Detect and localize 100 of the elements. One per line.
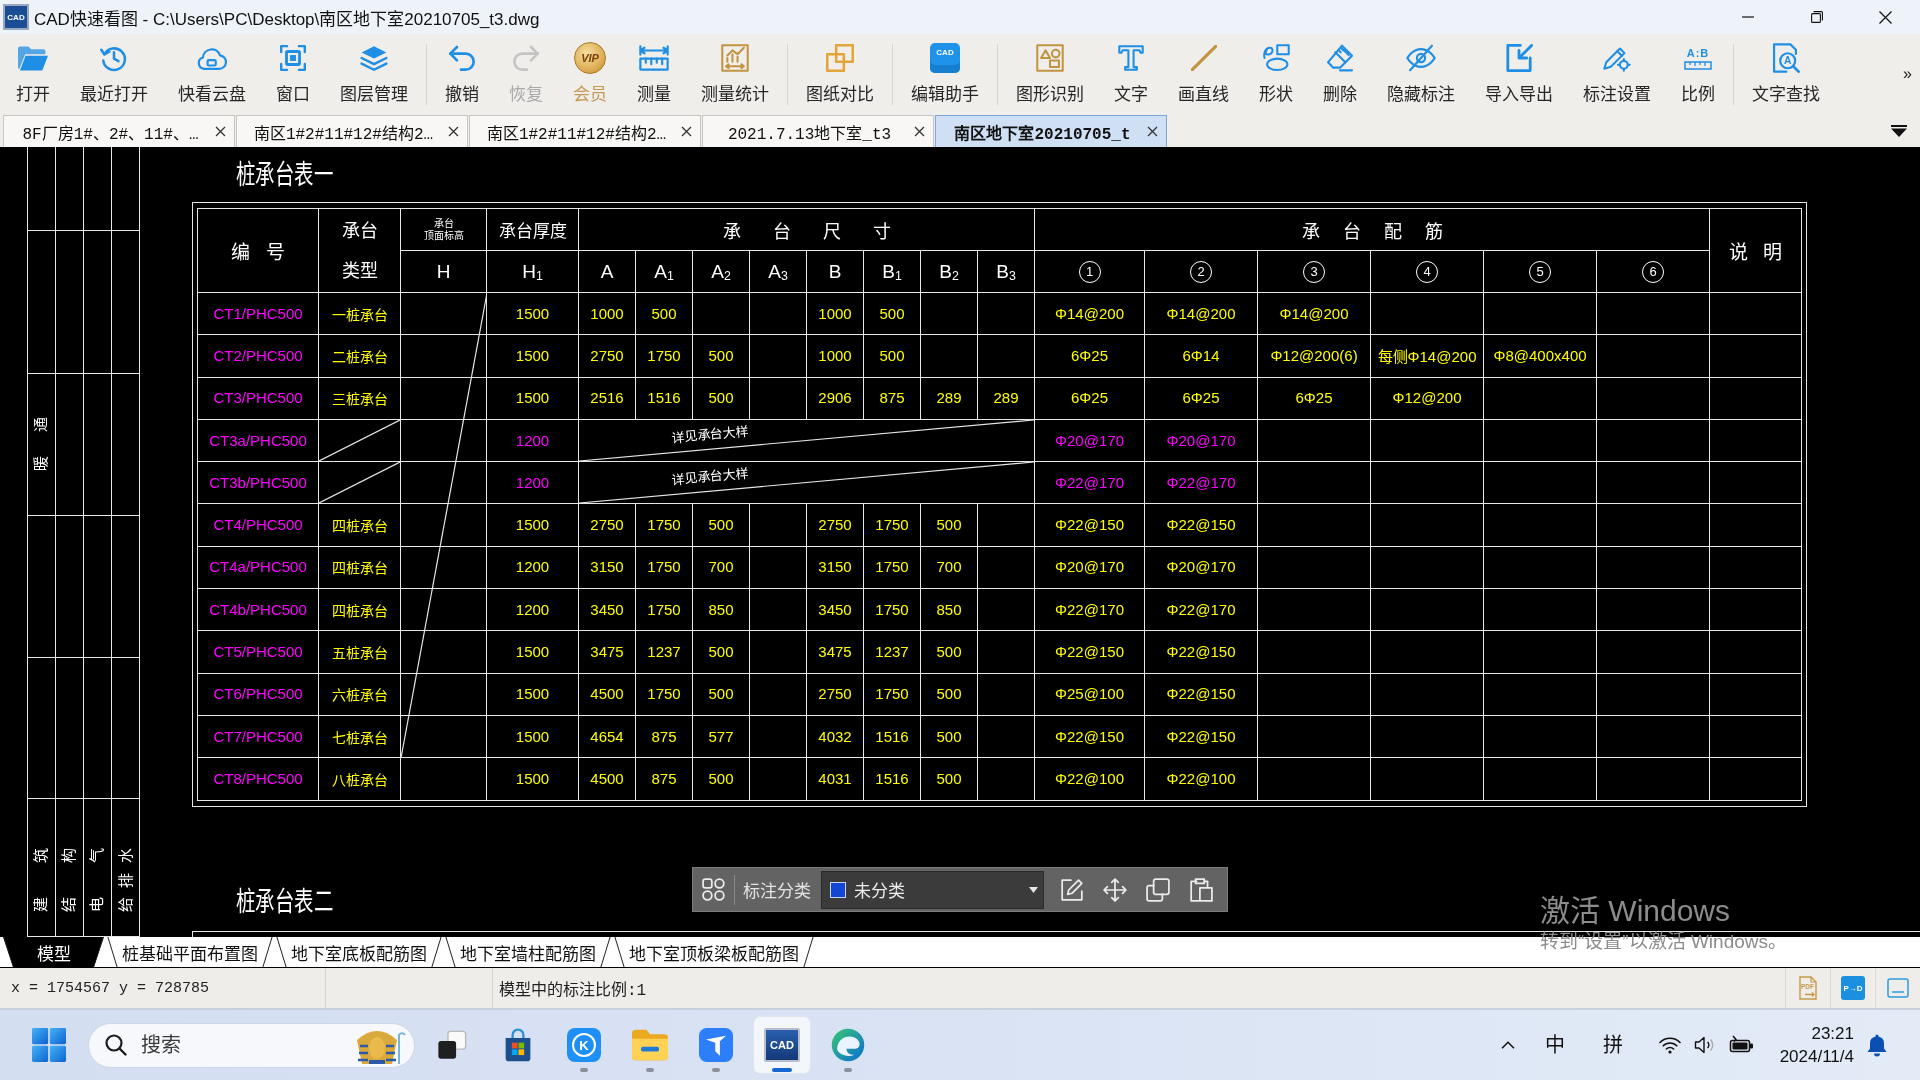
document-tab[interactable]: 2021.7.13地下室_t3 — [702, 115, 934, 147]
clock-time[interactable]: 23:21 — [1811, 1022, 1854, 1045]
bell-icon[interactable] — [1866, 1033, 1888, 1057]
dimension-value: 3475 — [590, 643, 624, 660]
dimension-value: 500 — [936, 643, 962, 660]
taskbar-app-button[interactable]: CAD — [754, 1017, 810, 1073]
close-icon[interactable] — [215, 126, 226, 137]
more-tools-button[interactable]: » — [1899, 60, 1916, 87]
rebar-spec: Φ14@200 — [1166, 304, 1236, 322]
close-icon[interactable] — [1147, 126, 1158, 137]
search-input[interactable]: 搜索 — [141, 1030, 348, 1060]
toolbar-button[interactable]: 图层管理 — [330, 34, 418, 113]
arrow-tile-icon — [699, 1028, 733, 1062]
dimension-value: 289 — [936, 389, 962, 407]
column-header: 说 明 — [1728, 241, 1783, 264]
battery-icon[interactable] — [1728, 1035, 1755, 1055]
logo-tile: CAD — [764, 1028, 800, 1062]
toolbar-button[interactable]: 打开 — [6, 34, 60, 113]
rebar-spec: Φ22@170 — [1055, 600, 1124, 618]
toolbar-button[interactable]: 快看云盘 — [168, 34, 256, 113]
toolbar-button[interactable]: 图纸对比 — [796, 34, 884, 113]
grid-icon[interactable] — [702, 877, 726, 902]
dropdown-icon[interactable] — [1891, 125, 1907, 137]
dimension-value: 500 — [936, 516, 962, 534]
layout-tab[interactable]: 模型 — [3, 937, 104, 967]
dimension-value: 700 — [708, 558, 734, 576]
pile-cap-type: 四桩承台 — [331, 601, 388, 620]
toolbar-button[interactable]: 删除 — [1313, 34, 1367, 113]
dimension-value: 1516 — [875, 727, 909, 745]
column-header: A$_{3}$ — [768, 260, 788, 283]
start-button[interactable] — [31, 1027, 67, 1063]
toolbar-button[interactable]: 测量 — [627, 34, 681, 113]
column-header: A$_{2}$ — [711, 260, 731, 283]
close-icon — [1879, 10, 1892, 24]
pile-cap-id: CT1/PHC500 — [213, 304, 303, 322]
copy-icon[interactable] — [1146, 877, 1170, 902]
toolbar-button[interactable]: 撤销 — [435, 34, 489, 113]
rebar-spec: 6Φ25 — [1295, 389, 1333, 407]
rebar-spec: Φ22@100 — [1166, 769, 1236, 787]
chevron-up-icon[interactable] — [1500, 1041, 1515, 1049]
discipline-label: 电气 — [89, 847, 105, 912]
toolbar-button[interactable]: 最近打开 — [70, 34, 158, 113]
toolbar-button[interactable]: 图形识别 — [1006, 34, 1094, 113]
toolbar-button[interactable]: 测量统计 — [691, 34, 779, 113]
start-icon — [32, 1028, 66, 1062]
toolbar-button[interactable]: 窗口 — [266, 34, 320, 113]
dimension-value: 1516 — [647, 389, 681, 407]
toolbar-button[interactable]: A:B 比例 — [1671, 34, 1725, 113]
document-tab[interactable]: 8F厂房1#、2#、11#、… — [3, 115, 235, 147]
layout-tab[interactable]: 地下室底板配筋图 — [276, 937, 442, 967]
document-tab[interactable]: 南区1#2#11#12#结构2… — [469, 115, 701, 147]
toolbar-button[interactable]: CAD 编辑助手 — [901, 34, 989, 113]
volume-icon[interactable] — [1693, 1036, 1716, 1054]
dimension-value: 500 — [708, 389, 734, 407]
close-icon[interactable] — [448, 126, 459, 137]
dimension-value: 289 — [993, 389, 1019, 407]
toolbar-button[interactable]: 导入导出 — [1475, 34, 1563, 113]
rebar-spec: Φ22@150 — [1166, 643, 1236, 660]
toolbar-button[interactable]: VIP 会员 — [563, 34, 617, 113]
dimension-value: 500 — [936, 685, 962, 703]
toolbar-button[interactable]: 标注设置 — [1573, 34, 1661, 113]
edit-icon[interactable] — [1060, 877, 1084, 902]
close-icon[interactable] — [681, 126, 692, 137]
input-method-indicator[interactable]: 拼 — [1602, 1033, 1623, 1057]
task-view-icon — [437, 1030, 467, 1060]
pile-cap-type: 六桩承台 — [331, 686, 388, 705]
paste-icon[interactable] — [1189, 877, 1213, 902]
clock-icon — [100, 44, 128, 72]
toolbar-button[interactable]: 画直线 — [1168, 34, 1239, 113]
clock-date[interactable]: 2024/11/4 — [1779, 1045, 1854, 1068]
toolbar-button[interactable]: 形状 — [1249, 34, 1303, 113]
shapes-frame-icon — [1036, 44, 1064, 72]
document-tab[interactable]: 南区地下室20210705_t — [935, 115, 1167, 147]
pile-cap-id: CT3a/PHC500 — [209, 431, 307, 449]
layout-tab[interactable]: 地下室墙柱配筋图 — [445, 937, 611, 967]
discipline-label: 暖通 — [33, 417, 49, 471]
pile-cap-id: CT3b/PHC500 — [209, 473, 307, 491]
pile-cap-id: CT6/PHC500 — [213, 685, 303, 703]
layout-tab[interactable]: 桩基础平面布置图 — [107, 937, 273, 967]
close-icon[interactable] — [914, 126, 925, 137]
layout-tab[interactable]: 地下室顶板梁板配筋图 — [614, 937, 814, 967]
wifi-icon[interactable] — [1658, 1036, 1681, 1054]
thickness-value: 1200 — [515, 473, 550, 491]
annotation-category-label: 标注分类 — [743, 881, 811, 902]
input-mode-indicator[interactable]: 中 — [1544, 1033, 1565, 1057]
dimension-value: 4500 — [590, 685, 624, 703]
toolbar-button[interactable]: 隐藏标注 — [1377, 34, 1465, 113]
dimension-value: 875 — [879, 389, 905, 407]
move-icon[interactable] — [1103, 877, 1127, 902]
toolbar-button[interactable]: 文字 — [1104, 34, 1158, 113]
document-tab[interactable]: 南区1#2#11#12#结构2… — [236, 115, 468, 147]
rebar-spec: Φ25@100 — [1055, 685, 1124, 703]
detail-note: 详见承台大样 — [670, 422, 750, 447]
category-dropdown[interactable]: 未分类 — [821, 870, 1044, 909]
toolbar-button[interactable]: A 文字查找 — [1742, 34, 1830, 113]
search-field[interactable]: 搜索 — [88, 1022, 415, 1068]
dimension-value: 1516 — [875, 769, 909, 787]
swirl-icon — [831, 1028, 865, 1062]
eraser-icon — [1326, 44, 1354, 72]
rebar-spec: Φ22@170 — [1055, 473, 1124, 491]
